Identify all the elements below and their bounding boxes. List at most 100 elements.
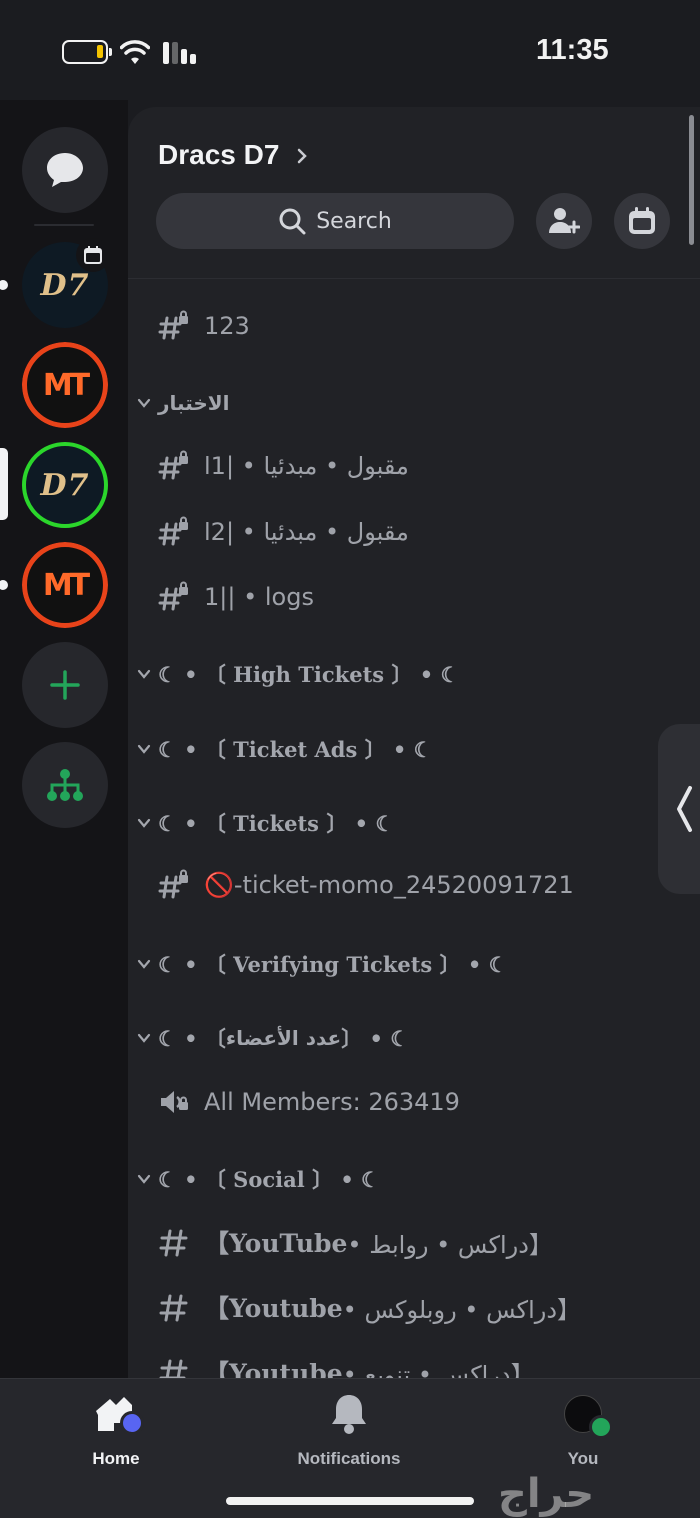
channel-name: All Members: 263419	[204, 1088, 460, 1116]
home-icon	[94, 1393, 144, 1437]
status-bar: 11:35	[0, 0, 700, 100]
category-header[interactable]: ☾ • 〔 Social 〕 • ☾	[128, 1157, 700, 1201]
member-list-tab[interactable]	[658, 724, 700, 894]
caret-down-icon	[137, 398, 151, 408]
channel-row[interactable]: 【YouTube • دراكس • روابط】	[128, 1214, 700, 1270]
channel-name-en: 【Youtube	[204, 1294, 343, 1323]
bell-icon	[327, 1393, 371, 1437]
channel-row[interactable]: مقبول • مبدئيا • |2ا	[128, 504, 700, 560]
channel-row[interactable]: مقبول • مبدئيا • |1ا	[128, 438, 700, 494]
mt-logo: MT	[22, 342, 108, 428]
server-icon-d7-selected[interactable]: D7	[22, 442, 108, 528]
rail-separator	[34, 224, 94, 226]
events-button[interactable]	[614, 193, 670, 249]
server-name[interactable]: Dracs D7	[158, 139, 279, 171]
channel-name-en: 【YouTube	[204, 1229, 348, 1258]
invite-icon	[549, 208, 580, 234]
category-header[interactable]: الاختبار	[128, 381, 700, 425]
header-divider	[128, 278, 700, 279]
channel-name-ar: • دراكس • تنويع】	[342, 1360, 535, 1379]
category-name: ☾ • 〔 Ticket Ads 〕 • ☾	[158, 737, 433, 762]
channel-row[interactable]: 【Youtube • دراكس • تنويع】	[128, 1344, 700, 1378]
channel-name: 123	[204, 312, 250, 340]
channel-row[interactable]: 1|| • logs	[128, 569, 700, 625]
event-badge	[76, 238, 110, 272]
caret-down-icon	[137, 818, 151, 828]
caret-down-icon	[137, 1033, 151, 1043]
category-name: ☾ • 〔 Verifying Tickets 〕 • ☾	[158, 952, 508, 977]
wifi-icon	[120, 40, 150, 64]
scrollbar[interactable]	[689, 115, 694, 245]
category-header[interactable]: ☾ • 〔 High Tickets 〕 • ☾	[128, 652, 700, 696]
search-button[interactable]: Search	[156, 193, 514, 249]
mt-logo: MT	[22, 542, 108, 628]
channel-row[interactable]: 【Youtube • دراكس • روبلوكس】	[128, 1279, 700, 1335]
unread-indicator	[0, 280, 8, 290]
channel-name: مقبول • مبدئيا • |2ا	[204, 518, 409, 546]
channel-name: 🚫-ticket-momo_24520091721	[204, 871, 574, 899]
nav-notifications-label: Notifications	[297, 1449, 401, 1468]
watermark: حراج	[498, 1471, 595, 1517]
d7-logo: D7	[40, 467, 90, 503]
dm-chat-icon	[47, 153, 83, 187]
category-header[interactable]: ☾ • 〔 Tickets 〕 • ☾	[128, 801, 700, 845]
caret-down-icon	[137, 669, 151, 679]
category-name: ☾ • 〔 Social 〕 • ☾	[158, 1167, 380, 1192]
server-icon-mt-2[interactable]: MT	[22, 542, 108, 628]
nav-home[interactable]: Home	[41, 1393, 191, 1473]
hub-icon	[47, 769, 83, 801]
locked-hash-icon	[158, 869, 188, 899]
discover-hub-button[interactable]	[22, 742, 108, 828]
add-server-icon	[50, 670, 80, 700]
locked-hash-icon	[158, 450, 188, 480]
caret-down-icon	[137, 1174, 151, 1184]
category-name-suffix: 〕 • ☾	[341, 1026, 410, 1051]
online-status-dot	[589, 1415, 613, 1439]
locked-voice-icon	[161, 1091, 188, 1113]
channel-name-ar: • دراكس • روابط】	[347, 1230, 553, 1259]
category-header[interactable]: ☾ • 〔 Verifying Tickets 〕 • ☾	[128, 942, 700, 986]
category-name: ☾ • 〔 Tickets 〕 • ☾	[158, 811, 395, 836]
hash-icon	[159, 1229, 188, 1257]
server-icon-mt-1[interactable]: MT	[22, 342, 108, 428]
add-server-button[interactable]	[22, 642, 108, 728]
nav-notifications[interactable]: Notifications	[274, 1393, 424, 1473]
bottom-nav: Home Notifications You حراج	[0, 1378, 700, 1518]
status-time: 11:35	[536, 34, 609, 66]
channel-name-ar: • دراكس • روبلوكس】	[342, 1295, 582, 1324]
home-indicator[interactable]	[226, 1497, 474, 1505]
invite-button[interactable]	[536, 193, 592, 249]
category-name: الاختبار	[158, 391, 230, 415]
battery-icon	[62, 40, 112, 64]
direct-messages-button[interactable]	[22, 127, 108, 213]
nav-you[interactable]: You	[508, 1393, 658, 1473]
category-header[interactable]: ☾ • 〔 Ticket Ads 〕 • ☾	[128, 727, 700, 771]
nav-home-label: Home	[92, 1449, 140, 1468]
collapse-panel-icon	[677, 786, 692, 832]
signal-icon	[163, 42, 199, 64]
locked-hash-icon	[158, 310, 188, 340]
avatar-icon	[561, 1393, 613, 1439]
locked-hash-icon	[158, 581, 188, 611]
server-rail: D7 MT D7 MT	[0, 100, 128, 1378]
locked-hash-icon	[158, 516, 188, 546]
caret-down-icon	[137, 959, 151, 969]
selected-server-indicator	[0, 448, 8, 520]
calendar-icon	[84, 246, 102, 264]
hash-icon	[159, 1294, 188, 1322]
channel-row[interactable]: 🚫-ticket-momo_24520091721	[128, 857, 700, 913]
voice-channel-row[interactable]: All Members: 263419	[128, 1074, 700, 1130]
category-name: ☾ • 〔 High Tickets 〕 • ☾	[158, 662, 460, 687]
event-calendar-icon	[629, 207, 655, 234]
channel-name: 1|| • logs	[204, 583, 314, 611]
channel-row[interactable]: 123	[128, 298, 700, 354]
chevron-right-icon[interactable]	[296, 147, 308, 165]
channel-name-en: 【Youtube	[204, 1359, 343, 1378]
channel-name: مقبول • مبدئيا • |1ا	[204, 452, 409, 480]
search-icon	[279, 208, 306, 235]
category-header[interactable]: ☾ • 〔 عدد الأعضاء 〕 • ☾	[128, 1016, 700, 1060]
channel-panel: Dracs D7 Search 123 الاختبار مقبول • مبد…	[128, 107, 700, 1378]
unread-dot	[120, 1411, 144, 1435]
hash-icon	[159, 1359, 188, 1378]
category-name-prefix: ☾ • 〔	[158, 1026, 226, 1051]
